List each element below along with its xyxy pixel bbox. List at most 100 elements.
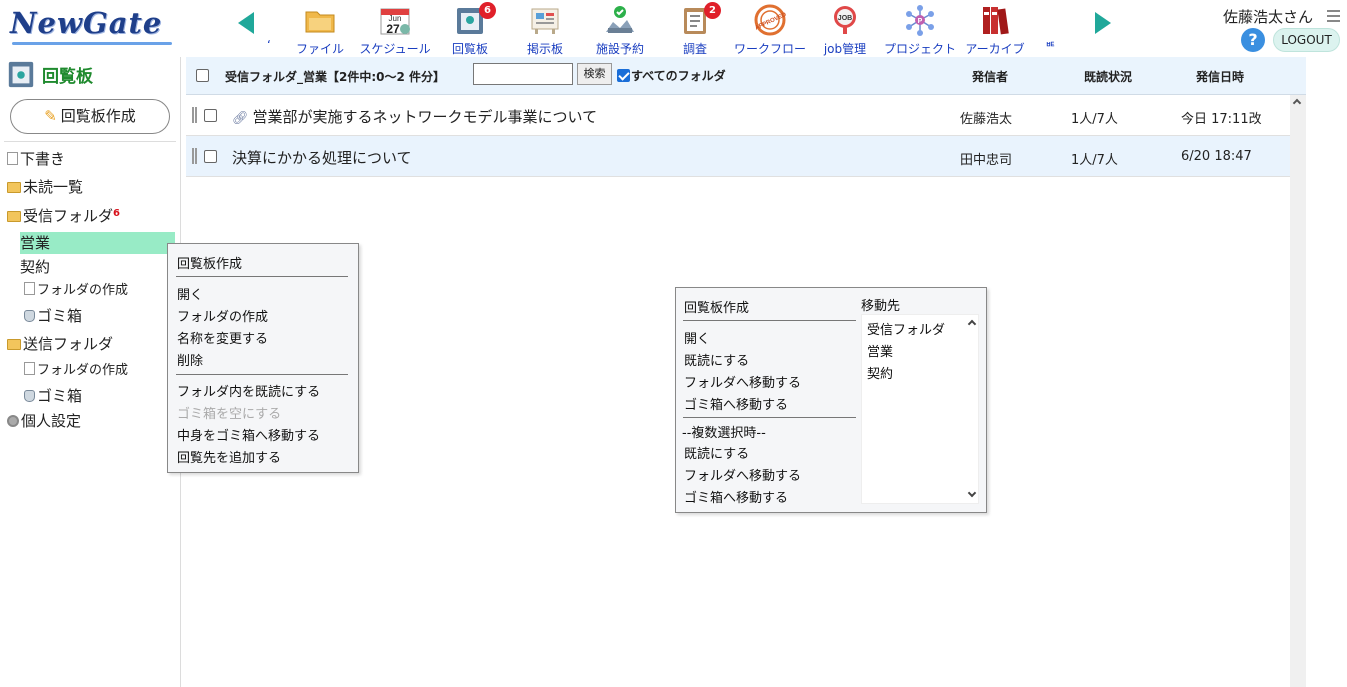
folder-icon bbox=[304, 4, 336, 36]
search-button[interactable]: 検索 bbox=[577, 63, 612, 85]
menu-item-add-recipients[interactable]: 回覧先を追加する bbox=[177, 447, 281, 466]
menu-item-multi-move-to-folder[interactable]: フォルダへ移動する bbox=[684, 465, 801, 484]
scroll-down-icon[interactable] bbox=[967, 488, 977, 498]
menu-item-create-circular[interactable]: 回覧板作成 bbox=[177, 253, 242, 272]
all-folders-checkbox[interactable] bbox=[617, 69, 630, 82]
column-header-date[interactable]: 発信日時 bbox=[1196, 68, 1244, 85]
user-name: 佐藤浩太さん bbox=[1223, 8, 1314, 26]
menu-item-multi-move-to-trash[interactable]: ゴミ箱へ移動する bbox=[684, 487, 788, 506]
sidebar: 回覧板 ✎ 回覧板作成 下書き 未読一覧 受信フォルダ6 営業 契約 フォルダの作… bbox=[0, 57, 181, 687]
message-read-status: 1人/7人 bbox=[1071, 112, 1118, 127]
nav-item-circular[interactable]: 6 回覧板 bbox=[430, 2, 510, 56]
menu-icon[interactable] bbox=[1327, 10, 1340, 22]
select-all-checkbox[interactable] bbox=[196, 69, 209, 82]
row-checkbox[interactable] bbox=[204, 150, 217, 163]
gear-icon bbox=[7, 415, 19, 427]
message-subject[interactable]: 決算にかかる処理について bbox=[232, 147, 412, 168]
menu-item-create-circular[interactable]: 回覧板作成 bbox=[684, 297, 749, 316]
move-target-inbox[interactable]: 受信フォルダ bbox=[867, 319, 945, 338]
menu-item-open[interactable]: 開く bbox=[177, 284, 203, 303]
sidebar-item-sent[interactable]: 送信フォルダ bbox=[7, 333, 113, 355]
sidebar-item-trash-sent[interactable]: ゴミ箱 bbox=[24, 385, 82, 407]
menu-item-move-to-folder[interactable]: フォルダへ移動する bbox=[684, 372, 801, 391]
move-destination-list[interactable]: 受信フォルダ 営業 契約 bbox=[861, 314, 979, 504]
nav-prev-arrow-icon[interactable] bbox=[238, 12, 254, 34]
all-folders-toggle[interactable]: すべてのフォルダ bbox=[617, 67, 726, 84]
unread-icon bbox=[7, 182, 21, 193]
menu-item-rename[interactable]: 名称を変更する bbox=[177, 328, 268, 347]
document-icon bbox=[7, 152, 18, 165]
scroll-up-icon[interactable] bbox=[1292, 98, 1302, 108]
nav-item-archive[interactable]: アーカイブ bbox=[955, 4, 1035, 56]
app-header: NewGate ʻ ファイル Jun 27 スケジュール 6 回覧板 掲示板 施… bbox=[0, 0, 1347, 57]
app-title: 回覧板 bbox=[6, 57, 93, 91]
column-header-read-status[interactable]: 既読状況 bbox=[1084, 68, 1132, 85]
nav-item-facility[interactable]: 施設予約 bbox=[580, 4, 660, 56]
svg-text:JOB: JOB bbox=[838, 15, 852, 22]
nav-next-arrow-icon[interactable] bbox=[1095, 12, 1111, 34]
move-target-contract[interactable]: 契約 bbox=[867, 363, 893, 382]
list-scrollbar[interactable] bbox=[1290, 95, 1306, 687]
nav-item-job[interactable]: JOB job管理 bbox=[805, 4, 885, 56]
sidebar-item-drafts[interactable]: 下書き bbox=[7, 148, 65, 170]
column-header-sender[interactable]: 発信者 bbox=[972, 68, 1008, 85]
menu-item-mark-folder-read[interactable]: フォルダ内を既読にする bbox=[177, 381, 320, 400]
message-read-status: 1人/7人 bbox=[1071, 153, 1118, 168]
calendar-icon: Jun 27 bbox=[379, 4, 411, 36]
folder-context-menu: 回覧板作成 開く フォルダの作成 名称を変更する 削除 フォルダ内を既読にする … bbox=[167, 243, 359, 473]
nav-fragment-left: ʻ bbox=[267, 38, 271, 52]
svg-text:27: 27 bbox=[386, 22, 400, 36]
folder-icon bbox=[7, 339, 21, 350]
nav-item-workflow[interactable]: APPROVED ワークフロー bbox=[730, 4, 810, 56]
nav-item-bulletin[interactable]: 掲示板 bbox=[505, 4, 585, 56]
sidebar-item-create-folder-sent[interactable]: フォルダの作成 bbox=[24, 360, 128, 382]
sidebar-item-create-folder-inbox[interactable]: フォルダの作成 bbox=[24, 280, 128, 302]
menu-item-delete[interactable]: 削除 bbox=[177, 350, 203, 369]
sidebar-divider bbox=[4, 141, 176, 142]
pencil-icon: ✎ bbox=[44, 107, 57, 125]
sidebar-item-trash-inbox[interactable]: ゴミ箱 bbox=[24, 305, 82, 327]
nav-item-project[interactable]: P プロジェクト bbox=[880, 4, 960, 56]
row-checkbox[interactable] bbox=[204, 109, 217, 122]
job-icon: JOB bbox=[829, 4, 861, 36]
scroll-up-icon[interactable] bbox=[967, 319, 977, 329]
menu-item-create-folder[interactable]: フォルダの作成 bbox=[177, 306, 268, 325]
sidebar-item-contract[interactable]: 契約 bbox=[20, 256, 50, 278]
menu-item-open[interactable]: 開く bbox=[684, 328, 710, 347]
nav-item-schedule[interactable]: Jun 27 スケジュール bbox=[355, 4, 435, 56]
trash-icon bbox=[24, 390, 35, 402]
logo-underline bbox=[12, 42, 172, 45]
drag-handle-icon[interactable] bbox=[192, 107, 197, 123]
folder-title: 受信フォルダ_営業【2件中:0～2 件分】 bbox=[225, 70, 446, 84]
workflow-icon: APPROVED bbox=[754, 4, 788, 36]
archive-icon bbox=[979, 4, 1011, 36]
nav-item-survey[interactable]: 2 調査 bbox=[655, 2, 735, 56]
search-input[interactable] bbox=[473, 63, 573, 85]
menu-item-mark-read[interactable]: 既読にする bbox=[684, 350, 749, 369]
survey-icon: 2 bbox=[679, 2, 721, 36]
project-icon: P bbox=[904, 4, 936, 36]
help-icon[interactable]: ? bbox=[1241, 28, 1265, 52]
create-circular-button[interactable]: ✎ 回覧板作成 bbox=[10, 99, 170, 134]
survey-badge: 2 bbox=[704, 2, 721, 19]
menu-item-move-contents-to-trash[interactable]: 中身をゴミ箱へ移動する bbox=[177, 425, 320, 444]
table-row[interactable]: 決算にかかる処理について 田中忠司 1人/7人 6/20 18:47 bbox=[186, 136, 1290, 177]
logout-button[interactable]: LOGOUT bbox=[1273, 28, 1340, 52]
menu-item-multi-mark-read[interactable]: 既読にする bbox=[684, 443, 749, 462]
sidebar-item-unread[interactable]: 未読一覧 bbox=[7, 176, 83, 198]
sidebar-item-personal-settings[interactable]: 個人設定 bbox=[7, 410, 81, 432]
sidebar-item-inbox[interactable]: 受信フォルダ6 bbox=[7, 203, 120, 225]
nav-item-file[interactable]: ファイル bbox=[280, 4, 360, 56]
move-target-sales[interactable]: 営業 bbox=[867, 341, 893, 360]
sidebar-item-sales[interactable]: 営業 bbox=[20, 232, 175, 254]
circular-board-icon: 6 bbox=[454, 2, 496, 36]
newgate-logo[interactable]: NewGate bbox=[10, 6, 172, 45]
table-row[interactable]: 🔗︎ 営業部が実施するネットワークモデル事業について 佐藤浩太 1人/7人 今日 … bbox=[186, 95, 1290, 136]
menu-divider bbox=[683, 417, 856, 418]
message-subject[interactable]: 🔗︎ 営業部が実施するネットワークモデル事業について bbox=[232, 106, 597, 127]
menu-item-empty-trash: ゴミ箱を空にする bbox=[177, 407, 282, 422]
menu-item-move-to-trash[interactable]: ゴミ箱へ移動する bbox=[684, 394, 788, 413]
message-sender: 田中忠司 bbox=[960, 153, 1013, 168]
folder-icon bbox=[7, 211, 21, 222]
drag-handle-icon[interactable] bbox=[192, 148, 197, 164]
